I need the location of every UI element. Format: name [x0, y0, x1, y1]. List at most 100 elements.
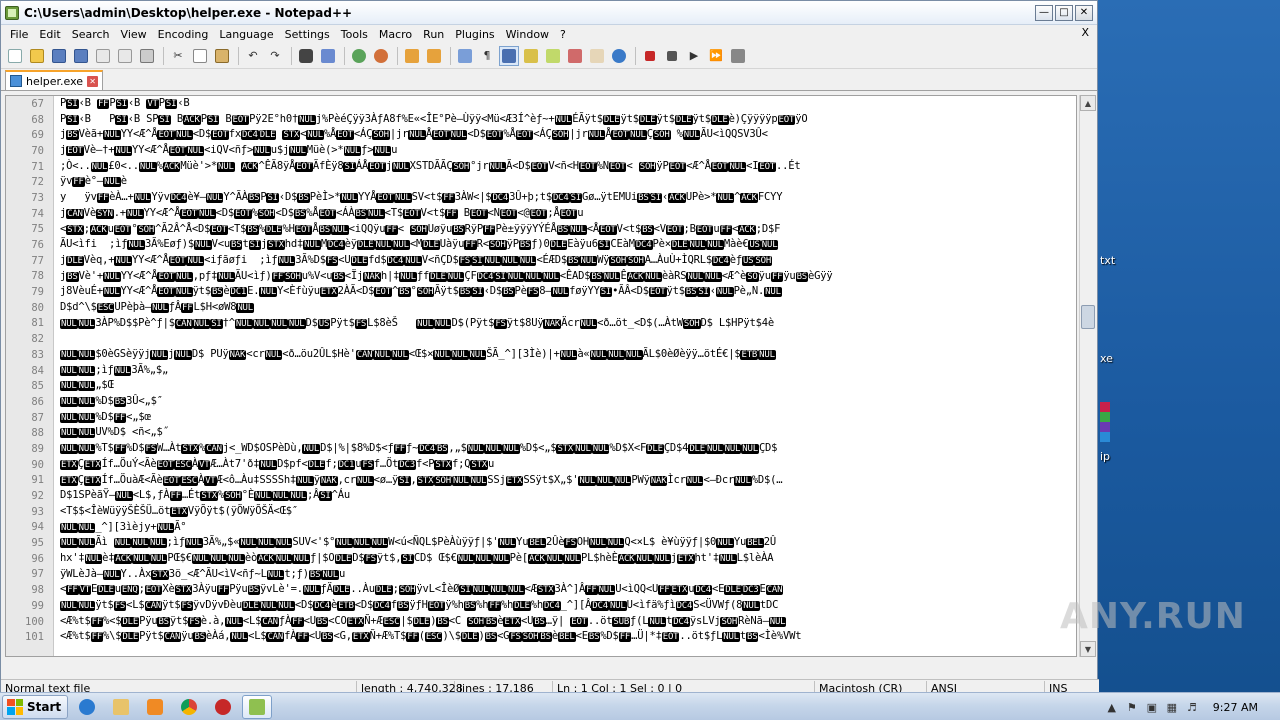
redo-icon[interactable]: ↷: [265, 46, 285, 66]
code-line[interactable]: j8VèuÉ+NULYY<Æ^ÅEOT NULÿt$BSèDC1E.NULY<Èf…: [60, 284, 1072, 300]
scroll-down-icon[interactable]: ▼: [1080, 641, 1096, 657]
code-line[interactable]: y ÿvFFèÀ…+NULYÿvDC4è¥–NULY^ÃÀBSPSI‹D$BSP…: [60, 190, 1072, 206]
zoom-out-icon[interactable]: [371, 46, 391, 66]
code-line[interactable]: NUL NUL„$Œ: [60, 378, 1072, 394]
code-line[interactable]: hx'‡NULè‡ACK NUL NULPŒ$€NUL NUL NULèòACK NUL N…: [60, 551, 1072, 567]
code-line[interactable]: NUL NUL$0èGSèÿÿjNULjNULD$ PUÿNAK<crNUL<ð……: [60, 347, 1072, 363]
code-line[interactable]: ETXÇETXÍf…ÖuÝ<ÃèEOT ESCÀVTÆ…Àt7'ð‡NULD$pf…: [60, 457, 1072, 473]
close-button[interactable]: ✕: [1075, 4, 1093, 21]
play-multiple-icon[interactable]: ⏩: [706, 46, 726, 66]
title-bar[interactable]: C:\Users\admin\Desktop\helper.exe - Note…: [1, 1, 1097, 25]
tray-monitor-icon[interactable]: ▣: [1145, 700, 1159, 714]
code-line[interactable]: NUL NULUV%D$ <ñ<„$˝: [60, 425, 1072, 441]
internet-explorer-icon[interactable]: [72, 695, 102, 719]
replace-icon[interactable]: [318, 46, 338, 66]
menu-search[interactable]: Search: [67, 28, 116, 41]
undo-icon[interactable]: ↶: [243, 46, 263, 66]
record-macro-icon[interactable]: [640, 46, 660, 66]
show-all-chars-icon[interactable]: ¶: [477, 46, 497, 66]
desktop-label-txt[interactable]: txt: [1100, 254, 1115, 267]
print-icon[interactable]: [137, 46, 157, 66]
code-line[interactable]: NUL NUL3ÀP%D$$Pè^ƒ|$CAN NUL SI†^NUL NUL NUL NU…: [60, 316, 1072, 332]
code-line[interactable]: ETXÇETXÍf…ÖuàÆ<ÃèEOT ESCÀVTÆ<ô…Àu‡SSSSh‡N…: [60, 473, 1072, 489]
notepadpp-taskbar-icon[interactable]: [242, 694, 273, 719]
code-line[interactable]: jCANVèSYN.+NULYY<Æ^ÅEOT NUL<D$EOT%SOH<D$B…: [60, 206, 1072, 222]
code-line[interactable]: <STX;ACKuEOT°SOH^Ã2Â^Å<D$EOT<T$BS%DLE%HE…: [60, 222, 1072, 238]
code-line[interactable]: NUL NUL%T$FF%D$FSW…ÀtSTX%CANj<_WD$OSPèDù,…: [60, 441, 1072, 457]
security-app-icon[interactable]: [208, 695, 238, 719]
code-line[interactable]: NUL NUL%D$BS3Û<„$″: [60, 394, 1072, 410]
save-icon[interactable]: [49, 46, 69, 66]
save-macro-icon[interactable]: [728, 46, 748, 66]
cut-icon[interactable]: ✂: [168, 46, 188, 66]
close-all-icon[interactable]: [115, 46, 135, 66]
scroll-up-icon[interactable]: ▲: [1080, 95, 1096, 111]
sync-vertical-icon[interactable]: [402, 46, 422, 66]
open-file-icon[interactable]: [27, 46, 47, 66]
code-line[interactable]: NUL NULÿt$FS<L$CANÿt$FSÿvDÿvÐèuDLE NUL NUL<…: [60, 598, 1072, 614]
code-line[interactable]: <T$$<ÎèWüÿÿŠÈŠÜ…ötETXVÿÕÿt$(ÿÕWÿÕŠÄ<Œ$″: [60, 504, 1072, 520]
code-line[interactable]: ÿvFFè°–NULè: [60, 174, 1072, 190]
menu-settings[interactable]: Settings: [280, 28, 336, 41]
language-icon[interactable]: [521, 46, 541, 66]
menu-plugins[interactable]: Plugins: [450, 28, 500, 41]
code-line[interactable]: <Æ%t$FF%\$DLEPÿt$CANÿuBSèÀá,NUL<L$CANfÀF…: [60, 629, 1072, 645]
menu-run[interactable]: Run: [418, 28, 450, 41]
minimize-button[interactable]: —: [1035, 4, 1053, 21]
code-line[interactable]: NUL NUL_^][3ìèjy+NULÃ°: [60, 520, 1072, 536]
code-line[interactable]: jBSVè'+NULYY<Æ^ÅEOT NUL,pƒ‡NULÃU<ìƒ)FF SOH…: [60, 269, 1072, 285]
code-line[interactable]: jDLEVèq,+NULYY<Æ^ÅEOT NUL<iƒãøƒi ;ìƒNUL3Ã…: [60, 253, 1072, 269]
sync-horizontal-icon[interactable]: [424, 46, 444, 66]
code-line[interactable]: ;Ò<..NUL£0<..NUL%ACKMüè'>*NUL ACK^ÊÃ8ÿÅE…: [60, 159, 1072, 175]
chrome-icon[interactable]: [174, 695, 204, 719]
code-line[interactable]: NUL NULÃì NUL NUL NUL;ìƒNUL3Ã%„$«NUL NUL NULS…: [60, 535, 1072, 551]
menu-edit[interactable]: Edit: [34, 28, 66, 41]
code-area[interactable]: PSI‹B FFPSI‹B VTPSI‹B PSI‹B PSI‹B SPSI BA…: [60, 96, 1072, 645]
text-editor[interactable]: 67 68 69 70 71 72 73 74 75 76 77 78 79 80 81 82 83 84 85 86…: [5, 95, 1077, 657]
find-icon[interactable]: [296, 46, 316, 66]
close-document-button[interactable]: X: [1081, 26, 1089, 39]
tab-helper-exe[interactable]: helper.exe ✕: [5, 70, 104, 90]
clock[interactable]: 9:27 AM: [1213, 701, 1258, 714]
indent-guide-icon[interactable]: [499, 45, 519, 66]
save-all-icon[interactable]: [71, 46, 91, 66]
tray-arrow-icon[interactable]: ▲: [1105, 700, 1119, 714]
code-line[interactable]: <Æ%t$FF%<$DLEPÿuBSÿt$FSè.à,NUL<L$CANƒÀFF…: [60, 614, 1072, 630]
stop-macro-icon[interactable]: [662, 46, 682, 66]
word-wrap-icon[interactable]: [455, 46, 475, 66]
code-line[interactable]: NUL NUL%D$FF<„$œ: [60, 410, 1072, 426]
scroll-thumb[interactable]: [1081, 305, 1095, 329]
code-line[interactable]: D$1SPèãŸ–NUL<L$,ƒÀFF…ÉtSTX%SOH°ÈNUL NUL NU…: [60, 488, 1072, 504]
code-line[interactable]: D$d^\$ESCUPèþà–NULƒÂFFL$H<øW8NUL: [60, 300, 1072, 316]
monitoring-icon[interactable]: [609, 46, 629, 66]
start-button[interactable]: Start: [2, 694, 69, 719]
code-line[interactable]: jEOTVè–†+NULYY<Æ^ÅEOT NUL<iQV<ñƒ>NULu$jNU…: [60, 143, 1072, 159]
tray-flag-icon[interactable]: ⚑: [1125, 700, 1139, 714]
media-player-icon[interactable]: [140, 695, 170, 719]
close-file-icon[interactable]: [93, 46, 113, 66]
play-macro-icon[interactable]: ▶: [684, 46, 704, 66]
code-line[interactable]: ÃU<ìfi ;ìƒNUL3Ã%Eøƒ)$NULV<uBStSIjSTXhd‡N…: [60, 237, 1072, 253]
tray-volume-icon[interactable]: ♬: [1185, 700, 1199, 714]
paste-icon[interactable]: [212, 46, 232, 66]
function-list-icon[interactable]: [565, 46, 585, 66]
copy-icon[interactable]: [190, 46, 210, 66]
code-line[interactable]: PSI‹B PSI‹B SPSI BACKPSI BEOTPÿ2E°h0†NUL…: [60, 112, 1072, 128]
code-line[interactable]: <FF VTEDLEuENQ;EOTXèSTX3ÀÿuFFPÿuBSÿvLè'=.…: [60, 582, 1072, 598]
code-line[interactable]: [60, 331, 1072, 347]
new-file-icon[interactable]: [5, 46, 25, 66]
menu-file[interactable]: File: [5, 28, 34, 41]
desktop-app-icon[interactable]: [1100, 402, 1110, 442]
menu-tools[interactable]: Tools: [336, 28, 374, 41]
desktop-label-ip[interactable]: ip: [1100, 450, 1110, 463]
maximize-button[interactable]: □: [1055, 4, 1073, 21]
zoom-in-icon[interactable]: [349, 46, 369, 66]
vertical-scrollbar[interactable]: ▲ ▼: [1079, 95, 1096, 657]
code-line[interactable]: NUL NUL;ìƒNUL3Ã%„$„: [60, 363, 1072, 379]
menu-view[interactable]: View: [116, 28, 153, 41]
tab-close-icon[interactable]: ✕: [87, 75, 99, 87]
code-line[interactable]: PSI‹B FFPSI‹B VTPSI‹B: [60, 96, 1072, 112]
menu-macro[interactable]: Macro: [374, 28, 418, 41]
code-line[interactable]: ÿWLèJà–NULY..ÀxSTX3ö_<Æ^ÃU<ìV<ñƒ~LNULt;ƒ…: [60, 567, 1072, 583]
file-explorer-icon[interactable]: [106, 695, 136, 719]
